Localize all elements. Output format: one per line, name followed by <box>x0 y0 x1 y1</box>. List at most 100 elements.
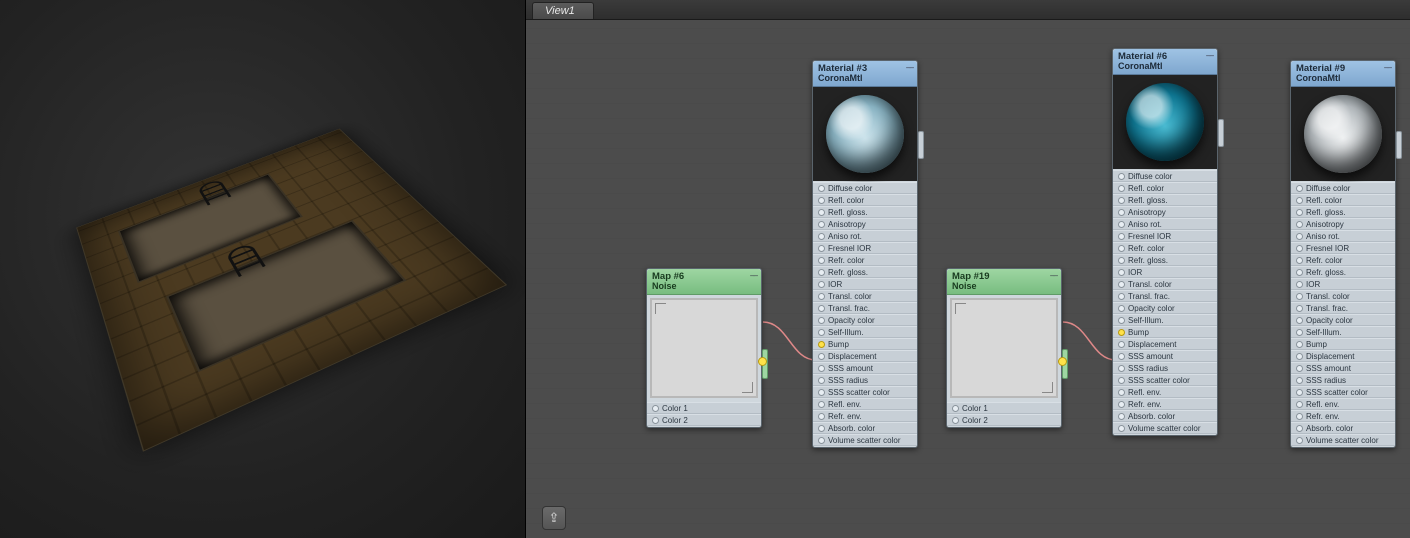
slot-diffuse-color[interactable]: Diffuse color <box>813 182 917 194</box>
input-socket[interactable] <box>1118 365 1125 372</box>
input-socket[interactable] <box>818 401 825 408</box>
input-socket[interactable] <box>1118 257 1125 264</box>
slot-refr-gloss-[interactable]: Refr. gloss. <box>1113 254 1217 266</box>
slot-opacity-color[interactable]: Opacity color <box>1291 314 1395 326</box>
input-socket[interactable] <box>818 317 825 324</box>
slot-anisotropy[interactable]: Anisotropy <box>1291 218 1395 230</box>
input-socket[interactable] <box>818 221 825 228</box>
input-socket[interactable] <box>818 353 825 360</box>
input-socket[interactable] <box>818 413 825 420</box>
slot-refr-env-[interactable]: Refr. env. <box>813 410 917 422</box>
input-socket[interactable] <box>818 341 825 348</box>
slot-displacement[interactable]: Displacement <box>813 350 917 362</box>
slot-sss-amount[interactable]: SSS amount <box>1291 362 1395 374</box>
slot-color-2[interactable]: Color 2 <box>947 414 1061 426</box>
slot-anisotropy[interactable]: Anisotropy <box>813 218 917 230</box>
slot-bump[interactable]: Bump <box>813 338 917 350</box>
input-socket[interactable] <box>1296 353 1303 360</box>
node-header[interactable]: Material #3 CoronaMtl –– <box>813 61 917 87</box>
node-map-19[interactable]: Map #19 Noise –– Color 1Color 2 <box>946 268 1062 428</box>
node-material-3[interactable]: Material #3 CoronaMtl –– Diffuse color Re… <box>812 60 918 448</box>
node-header[interactable]: Material #6 CoronaMtl –– <box>1113 49 1217 75</box>
slot-sss-scatter-color[interactable]: SSS scatter color <box>1291 386 1395 398</box>
slot-sss-radius[interactable]: SSS radius <box>1291 374 1395 386</box>
input-socket[interactable] <box>818 197 825 204</box>
input-socket[interactable] <box>1296 305 1303 312</box>
input-socket[interactable] <box>1118 245 1125 252</box>
slot-transl-color[interactable]: Transl. color <box>813 290 917 302</box>
input-socket[interactable] <box>1296 221 1303 228</box>
input-socket[interactable] <box>1118 389 1125 396</box>
input-socket[interactable] <box>1118 413 1125 420</box>
slot-sss-scatter-color[interactable]: SSS scatter color <box>813 386 917 398</box>
slot-bump[interactable]: Bump <box>1113 326 1217 338</box>
slot-volume-scatter-color[interactable]: Volume scatter color <box>813 434 917 446</box>
input-socket[interactable] <box>1118 269 1125 276</box>
slot-refl-env-[interactable]: Refl. env. <box>813 398 917 410</box>
slot-diffuse-color[interactable]: Diffuse color <box>1291 182 1395 194</box>
slot-transl-frac-[interactable]: Transl. frac. <box>813 302 917 314</box>
output-socket[interactable] <box>1058 357 1067 366</box>
slot-refr-color[interactable]: Refr. color <box>1291 254 1395 266</box>
slot-refr-gloss-[interactable]: Refr. gloss. <box>1291 266 1395 278</box>
slot-refl-gloss-[interactable]: Refl. gloss. <box>813 206 917 218</box>
slot-sss-scatter-color[interactable]: SSS scatter color <box>1113 374 1217 386</box>
slot-refl-env-[interactable]: Refl. env. <box>1291 398 1395 410</box>
input-socket[interactable] <box>1118 185 1125 192</box>
input-socket[interactable] <box>818 245 825 252</box>
slot-absorb-color[interactable]: Absorb. color <box>813 422 917 434</box>
slot-refl-color[interactable]: Refl. color <box>1113 182 1217 194</box>
input-socket[interactable] <box>1118 341 1125 348</box>
tab-view1[interactable]: View1 <box>532 2 594 19</box>
slot-ior[interactable]: IOR <box>1113 266 1217 278</box>
slot-color-1[interactable]: Color 1 <box>647 402 761 414</box>
input-socket[interactable] <box>1118 401 1125 408</box>
input-socket[interactable] <box>1118 377 1125 384</box>
collapse-icon[interactable]: –– <box>750 272 757 281</box>
input-socket[interactable] <box>1296 269 1303 276</box>
slot-anisotropy[interactable]: Anisotropy <box>1113 206 1217 218</box>
slot-transl-frac-[interactable]: Transl. frac. <box>1113 290 1217 302</box>
output-port[interactable] <box>1218 119 1224 147</box>
slot-refl-gloss-[interactable]: Refl. gloss. <box>1291 206 1395 218</box>
input-socket[interactable] <box>1296 281 1303 288</box>
input-socket[interactable] <box>1118 173 1125 180</box>
slot-fresnel-ior[interactable]: Fresnel IOR <box>813 242 917 254</box>
slot-color-2[interactable]: Color 2 <box>647 414 761 426</box>
slot-refr-env-[interactable]: Refr. env. <box>1291 410 1395 422</box>
input-socket[interactable] <box>1296 341 1303 348</box>
slot-opacity-color[interactable]: Opacity color <box>1113 302 1217 314</box>
slot-transl-color[interactable]: Transl. color <box>1291 290 1395 302</box>
slot-ior[interactable]: IOR <box>813 278 917 290</box>
slot-refr-color[interactable]: Refr. color <box>1113 242 1217 254</box>
input-socket[interactable] <box>818 293 825 300</box>
slot-self-illum-[interactable]: Self-Illum. <box>813 326 917 338</box>
slot-absorb-color[interactable]: Absorb. color <box>1113 410 1217 422</box>
output-port[interactable] <box>918 131 924 159</box>
slot-refr-env-[interactable]: Refr. env. <box>1113 398 1217 410</box>
slot-opacity-color[interactable]: Opacity color <box>813 314 917 326</box>
input-socket[interactable] <box>818 281 825 288</box>
input-socket[interactable] <box>1296 377 1303 384</box>
slot-volume-scatter-color[interactable]: Volume scatter color <box>1113 422 1217 434</box>
input-socket[interactable] <box>818 185 825 192</box>
node-header[interactable]: Map #6 Noise –– <box>647 269 761 295</box>
input-socket[interactable] <box>1118 233 1125 240</box>
input-socket[interactable] <box>1118 221 1125 228</box>
input-socket[interactable] <box>818 209 825 216</box>
input-socket[interactable] <box>818 377 825 384</box>
input-socket[interactable] <box>1296 317 1303 324</box>
slot-aniso-rot-[interactable]: Aniso rot. <box>1113 218 1217 230</box>
collapse-icon[interactable]: –– <box>1384 64 1391 73</box>
input-socket[interactable] <box>1118 281 1125 288</box>
slot-transl-frac-[interactable]: Transl. frac. <box>1291 302 1395 314</box>
output-socket[interactable] <box>758 357 767 366</box>
slot-displacement[interactable]: Displacement <box>1291 350 1395 362</box>
slot-volume-scatter-color[interactable]: Volume scatter color <box>1291 434 1395 446</box>
slot-refl-env-[interactable]: Refl. env. <box>1113 386 1217 398</box>
input-socket[interactable] <box>1296 425 1303 432</box>
slot-transl-color[interactable]: Transl. color <box>1113 278 1217 290</box>
input-socket[interactable] <box>652 405 659 412</box>
slot-displacement[interactable]: Displacement <box>1113 338 1217 350</box>
slot-ior[interactable]: IOR <box>1291 278 1395 290</box>
